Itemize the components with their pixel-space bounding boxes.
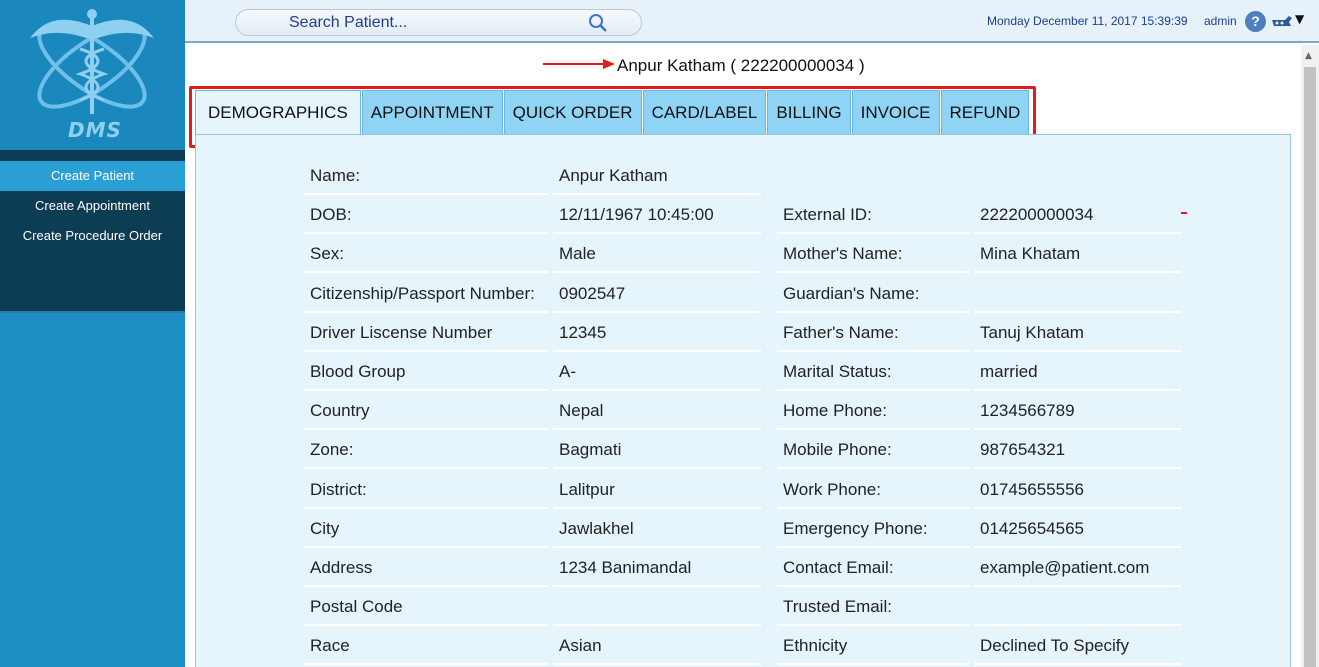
- tools-icon[interactable]: [1271, 14, 1293, 28]
- field-value: Anpur Katham: [553, 157, 761, 195]
- chevron-down-icon[interactable]: ▼: [1295, 12, 1304, 26]
- field-value: 222200000034: [974, 196, 1181, 235]
- field-label: Ethnicity: [777, 627, 969, 666]
- field-label: Father's Name:: [777, 313, 969, 352]
- username[interactable]: admin: [1204, 14, 1237, 28]
- annotation-arrow-icon: [543, 59, 615, 69]
- field-label: District:: [304, 470, 548, 509]
- field-label: Home Phone:: [777, 392, 969, 431]
- field-label: Guardian's Name:: [777, 274, 969, 313]
- search-icon[interactable]: [588, 13, 608, 33]
- field-label: Country: [304, 392, 548, 431]
- field-label: Mobile Phone:: [777, 431, 969, 470]
- field-value: Bagmati: [553, 431, 761, 470]
- field-value: Tanuj Khatam: [974, 313, 1181, 352]
- field-value: [974, 274, 1181, 313]
- search-placeholder: Search Patient...: [289, 14, 408, 31]
- field-label: Driver Liscense Number: [304, 313, 548, 352]
- field-value: A-: [553, 353, 761, 391]
- field-label: Race: [304, 627, 548, 666]
- field-value: Declined To Specify: [974, 627, 1181, 666]
- field-value: 1234566789: [974, 392, 1181, 431]
- field-value: Lalitpur: [553, 470, 761, 509]
- field-value: Male: [553, 235, 761, 274]
- field-value: married: [974, 353, 1181, 391]
- scroll-thumb[interactable]: [1304, 67, 1316, 667]
- field-label: External ID:: [777, 196, 969, 235]
- field-label: Mother's Name:: [777, 235, 969, 274]
- logo-text: DMS: [68, 118, 122, 142]
- field-value: example@patient.com: [974, 549, 1181, 587]
- caduceus-logo-icon: [30, 9, 154, 114]
- field-label: Blood Group: [304, 353, 548, 391]
- help-icon[interactable]: ?: [1245, 11, 1266, 32]
- field-label: Emergency Phone:: [777, 509, 969, 548]
- current-datetime: Monday December 11, 2017 15:39:39: [987, 14, 1188, 28]
- field-value: 987654321: [974, 431, 1181, 470]
- sidebar-menu: Create Patient Create Appointment Create…: [0, 150, 185, 313]
- field-value: 12345: [553, 313, 761, 352]
- sidebar-item-create-patient[interactable]: Create Patient: [0, 161, 185, 191]
- field-label: Citizenship/Passport Number:: [304, 274, 548, 313]
- field-value: 12/11/1967 10:45:00: [553, 196, 761, 235]
- field-label: Sex:: [304, 235, 548, 274]
- field-label: Contact Email:: [777, 549, 969, 587]
- field-value: Asian: [553, 627, 761, 666]
- patient-title: Anpur Katham ( 222200000034 ): [617, 56, 865, 75]
- vertical-scrollbar[interactable]: ▲: [1301, 45, 1319, 667]
- scroll-up-icon[interactable]: ▲: [1305, 51, 1312, 61]
- field-label: Zone:: [304, 431, 548, 470]
- field-value: [553, 588, 761, 627]
- field-label: Postal Code: [304, 588, 548, 627]
- field-label: DOB:: [304, 196, 548, 235]
- field-label: Work Phone:: [777, 470, 969, 509]
- field-value: [974, 588, 1181, 627]
- field-value: Jawlakhel: [553, 509, 761, 548]
- field-value: 01745655556: [974, 470, 1181, 509]
- field-value: 0902547: [553, 274, 761, 313]
- field-label: Marital Status:: [777, 353, 969, 391]
- main-content: Anpur Katham ( 222200000034 ) DEMOGRAPHI…: [185, 45, 1301, 667]
- app-logo[interactable]: DMS: [0, 0, 185, 150]
- field-label: Address: [304, 549, 548, 587]
- field-label: Trusted Email:: [777, 588, 969, 627]
- field-value: Nepal: [553, 392, 761, 431]
- field-value: Mina Khatam: [974, 235, 1181, 274]
- sidebar-item-create-procedure-order[interactable]: Create Procedure Order: [0, 221, 185, 251]
- search-input[interactable]: Search Patient...: [235, 9, 642, 36]
- field-value: 1234 Banimandal: [553, 549, 761, 587]
- field-label: City: [304, 509, 548, 548]
- sidebar-item-create-appointment[interactable]: Create Appointment: [0, 191, 185, 221]
- sidebar: DMS Create Patient Create Appointment Cr…: [0, 0, 185, 667]
- field-label: Name:: [304, 157, 548, 195]
- top-bar: Search Patient... Monday December 11, 20…: [185, 0, 1319, 43]
- field-value: 01425654565: [974, 509, 1181, 548]
